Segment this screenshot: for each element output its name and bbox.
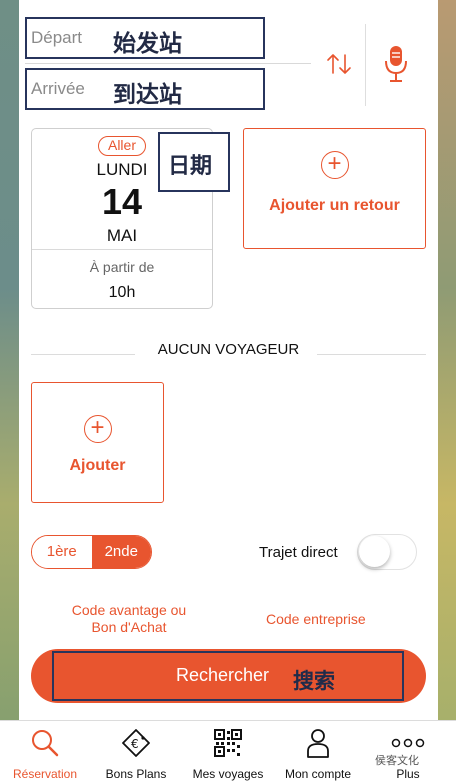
direct-trip-label: Trajet direct (259, 544, 338, 561)
tab-mes-voyages[interactable]: Mes voyages (183, 725, 273, 781)
tab-label: Mon compte (284, 767, 352, 781)
voice-search-button[interactable] (381, 42, 411, 86)
tab-bons-plans[interactable]: € Bons Plans (91, 725, 181, 781)
swap-button[interactable] (319, 44, 359, 84)
tab-label: Bons Plans (105, 767, 167, 781)
date-month: MAI (106, 226, 138, 245)
tab-label: Mes voyages (192, 767, 264, 781)
add-traveller-label: Ajouter (69, 457, 126, 474)
vertical-divider (365, 24, 366, 106)
background-right (436, 0, 456, 720)
background-left (0, 0, 20, 720)
qr-code-icon (214, 729, 242, 757)
toggle-knob (359, 536, 390, 567)
plus-circle-icon: + (320, 151, 349, 179)
euro-tag-icon: € (122, 729, 150, 757)
aller-badge: Aller (98, 136, 146, 156)
svg-text:€: € (131, 737, 139, 751)
user-icon (307, 729, 329, 758)
add-return-label: Ajouter un retour (269, 197, 400, 214)
search-annotation-box (52, 651, 404, 701)
tab-mon-compte[interactable]: Mon compte (273, 725, 363, 781)
station-divider (25, 63, 311, 64)
search-annotation-label: 搜索 (293, 670, 335, 693)
more-dots-icon (391, 738, 425, 748)
first-class-option[interactable]: 1ère (32, 536, 92, 568)
departure-time: 10h (108, 284, 136, 301)
tab-label: Réservation (12, 767, 78, 781)
tab-reservation[interactable]: Réservation (0, 725, 90, 781)
arrivee-annotation-box (25, 68, 265, 110)
code-avantage-link[interactable]: Code avantage ou Bon d'Achat (59, 602, 199, 636)
travellers-title: AUCUN VOYAGEUR (157, 341, 300, 358)
code-entreprise-link[interactable]: Code entreprise (266, 611, 366, 627)
swap-arrows-icon (327, 54, 351, 74)
time-from-label: À partir de (89, 259, 155, 275)
plus-circle-icon: + (83, 415, 112, 443)
second-class-option[interactable]: 2nde (91, 536, 151, 568)
add-return-button[interactable]: + Ajouter un retour (243, 128, 426, 249)
depart-field[interactable]: Départ 始发站 (25, 17, 311, 59)
date-annotation: 日期 (158, 132, 230, 192)
class-segmented-control: 1ère 2nde (31, 535, 152, 569)
bottom-tab-bar: Réservation € Bons Plans Mes voyages Mon… (0, 720, 456, 782)
arrivee-field[interactable]: Arrivée 到达站 (25, 68, 311, 110)
date-divider (32, 249, 212, 250)
add-traveller-button[interactable]: + Ajouter (31, 382, 164, 503)
microphone-icon (385, 46, 407, 82)
direct-trip-toggle[interactable] (357, 534, 417, 570)
depart-annotation-box (25, 17, 265, 59)
search-card: Départ 始发站 Arrivée 到达站 Aller LUNDI 14 MA… (19, 0, 438, 720)
search-icon (32, 730, 59, 757)
tab-label: Plus (396, 767, 420, 781)
watermark-text: 侯客文化 (375, 755, 419, 767)
